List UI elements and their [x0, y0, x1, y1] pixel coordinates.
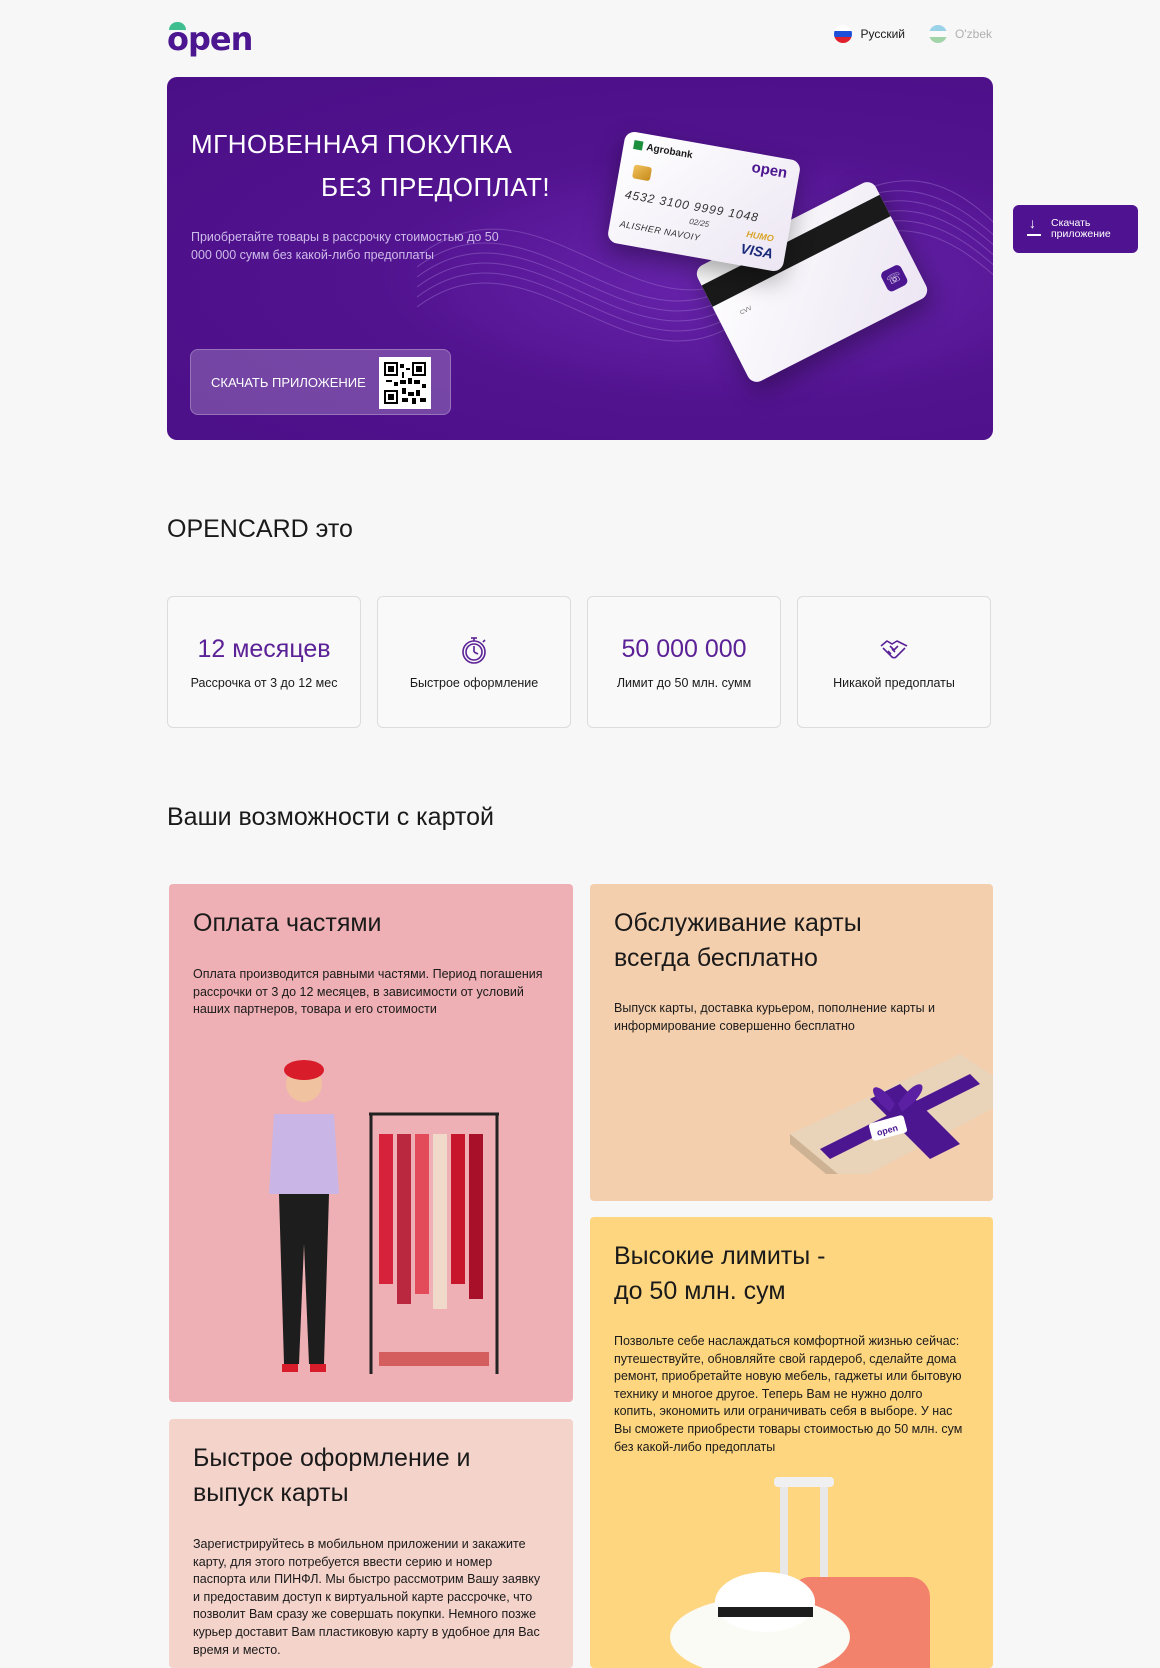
tile-text: Оплата производится равными частями. Пер… [193, 967, 543, 1017]
tile-text: Выпуск карты, доставка курьером, пополне… [614, 1001, 936, 1033]
floating-download-label: Скачать приложение [1051, 217, 1111, 240]
qr-code-icon [379, 357, 431, 409]
card-logo: open [750, 158, 789, 182]
tile-title: Обслуживание карты всегда бесплатно [614, 909, 862, 972]
tile-title: Высокие лимиты - до 50 млн. сум [614, 1242, 826, 1305]
lang-uzbek-label: O'zbek [955, 27, 992, 41]
lang-russian[interactable]: Русский [834, 25, 905, 43]
visa-logo: VISA [739, 240, 775, 262]
tile-installments: Оплата частями Оплата производится равны… [169, 884, 573, 1402]
handshake-icon [880, 640, 908, 659]
open-logo[interactable]: open [167, 20, 253, 58]
russia-flag-icon [834, 25, 853, 43]
phone-icon: ☏ [879, 263, 910, 294]
hero-banner: МГНОВЕННАЯ ПОКУПКА БЕЗ ПРЕДОПЛАТ! Приобр… [167, 77, 993, 440]
woman-illustration [269, 1060, 339, 1372]
card-bank-name: Agrobank [633, 140, 694, 161]
feature-card-fast: Быстрое оформление [377, 596, 571, 728]
gift-box-illustration: open [790, 1054, 993, 1174]
tile-text: Зарегистрируйтесь в мобильном приложении… [193, 1537, 541, 1657]
lang-russian-label: Русский [860, 27, 906, 41]
feature-text: Лимит до 50 млн. сумм [616, 675, 752, 690]
feature-card-installment: 12 месяцев Рассрочка от 3 до 12 мес [167, 596, 361, 728]
lang-uzbek[interactable]: O'zbek [929, 25, 992, 43]
opportunities-section-title: Ваши возможности с картой [167, 803, 494, 831]
feature-card-limit: 50 000 000 Лимит до 50 млн. сумм [587, 596, 781, 728]
hero-title-line1: МГНОВЕННАЯ ПОКУПКА [191, 129, 513, 159]
feature-big-text: 12 месяцев [197, 634, 331, 663]
tile-text: Позвольте себе наслаждаться комфортной ж… [614, 1334, 963, 1454]
feature-text: Быстрое оформление [409, 676, 539, 690]
tile-fast-issue: Быстрое оформление и выпуск карты Зареги… [169, 1419, 573, 1668]
feature-card-no-prepayment: Никакой предоплаты [797, 596, 991, 728]
tile-free-service: Обслуживание карты всегда бесплатно Выпу… [590, 884, 993, 1201]
language-switcher: Русский O'zbek [834, 25, 992, 43]
feature-text: Никакой предоплаты [833, 676, 955, 690]
download-icon [1027, 218, 1041, 237]
download-app-label: СКАЧАТЬ ПРИЛОЖЕНИЕ [211, 374, 366, 390]
download-app-button[interactable]: СКАЧАТЬ ПРИЛОЖЕНИЕ [190, 349, 451, 415]
card-chip-icon [631, 164, 653, 182]
features-row: 12 месяцев Рассрочка от 3 до 12 мес Быст… [167, 596, 991, 728]
tile-title: Оплата частями [193, 909, 382, 937]
opencard-section-title: OPENCARD это [167, 515, 353, 543]
uzbekistan-flag-icon [929, 25, 948, 43]
clothing-rack-illustration [369, 1112, 499, 1374]
tile-high-limits: Высокие лимиты - до 50 млн. сум Позвольт… [590, 1217, 993, 1668]
suitcase-illustration [670, 1477, 930, 1668]
stopwatch-icon [462, 637, 486, 664]
hero-subtitle: Приобретайте товары в рассрочку стоимост… [191, 230, 499, 262]
card-cvv-label: CVV [739, 305, 754, 317]
tile-title: Быстрое оформление и выпуск карты [193, 1444, 471, 1507]
feature-text: Рассрочка от 3 до 12 мес [190, 675, 338, 690]
feature-big-text: 50 000 000 [621, 634, 747, 663]
card-expiry: 02/25 [688, 216, 710, 230]
hero-title-line2: БЕЗ ПРЕДОПЛАТ! [321, 172, 551, 202]
floating-download-button[interactable]: Скачать приложение [1013, 205, 1138, 253]
